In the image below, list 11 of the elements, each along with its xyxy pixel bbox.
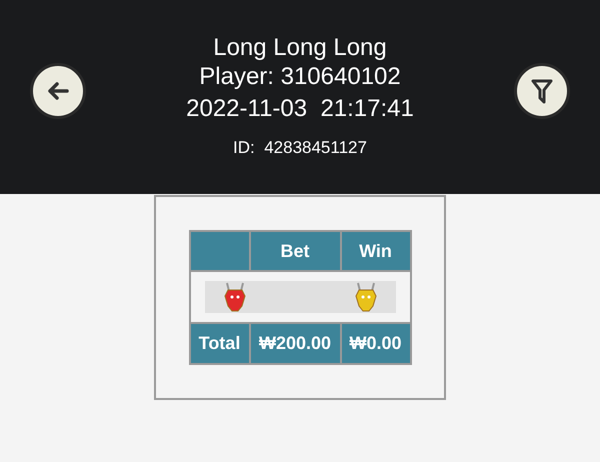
total-cell: Total: [190, 323, 250, 364]
player-number: Player: 310640102: [199, 62, 401, 92]
back-arrow-icon: [47, 81, 69, 101]
column-header: Bet: [250, 231, 340, 271]
column-header: Win: [340, 231, 410, 271]
filter-icon: [531, 78, 553, 104]
date-time: 2022-11-03 21:17:41: [186, 94, 414, 124]
total-cell: ₩0.00: [340, 323, 410, 364]
total-cell: ₩200.00: [250, 323, 340, 364]
header-title: Long Long Long: [213, 33, 387, 62]
round-id: ID: 42838451127: [233, 137, 367, 160]
